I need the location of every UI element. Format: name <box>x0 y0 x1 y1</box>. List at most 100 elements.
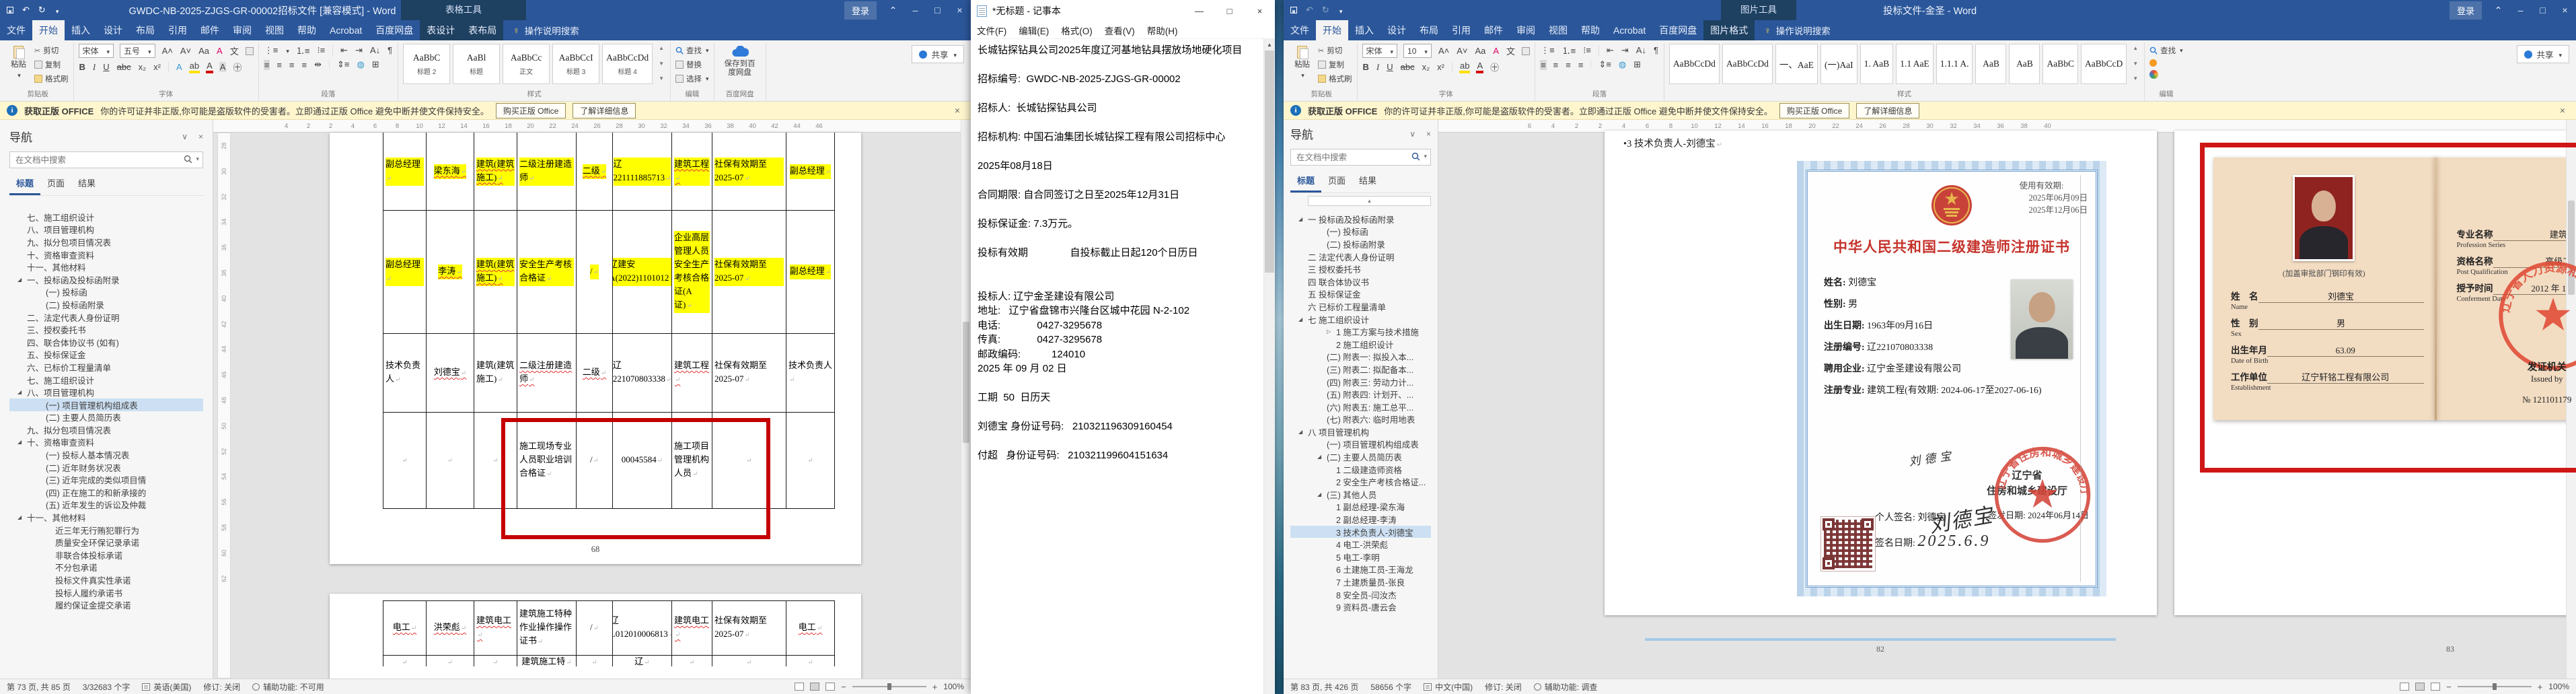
learn-more-button[interactable]: 了解详细信息 <box>573 102 636 118</box>
accessibility-indicator[interactable]: 辅助功能: 不可用 <box>252 681 324 693</box>
enclose-char-icon[interactable]: ㊉ <box>1489 61 1500 73</box>
zoom-out-icon[interactable]: − <box>2446 682 2452 692</box>
zoom-thumb[interactable] <box>887 683 891 690</box>
close-icon[interactable]: × <box>2554 0 2576 20</box>
superscript-icon[interactable]: x² <box>153 62 161 72</box>
bullets-icon[interactable]: ⋮≡ <box>1540 45 1555 56</box>
save-to-baidu-button[interactable]: 保存到百度网盘 <box>719 44 761 79</box>
context-ribbon-tab[interactable]: 表设计 <box>420 20 462 40</box>
table-cell[interactable]: 副总经理 <box>383 211 427 333</box>
table-cell[interactable] <box>786 413 835 508</box>
nav-heading-item[interactable]: 7 土建质量员-张良 <box>1290 576 1431 588</box>
format-painter-button[interactable]: 格式刷 <box>34 73 69 84</box>
undo-icon[interactable]: ↶ <box>22 5 30 15</box>
table-cell[interactable]: 技术负责人 <box>786 334 835 412</box>
notepad-menu-item[interactable]: 文件(F) <box>971 24 1013 37</box>
zoom-slider[interactable] <box>852 683 926 690</box>
share-button[interactable]: 共享 <box>912 45 964 63</box>
table-cell[interactable] <box>383 656 427 666</box>
notepad-menu-item[interactable]: 格式(O) <box>1055 24 1099 37</box>
nav-search-input[interactable] <box>9 151 203 168</box>
maximize-icon[interactable]: □ <box>2532 0 2554 20</box>
line-spacing-icon[interactable]: ⇕≡ <box>336 59 350 70</box>
scrollbar-thumb[interactable] <box>1265 50 1274 273</box>
nav-heading-item[interactable]: (四) 正在施工的和新承接的 <box>9 486 203 499</box>
nav-options-icon[interactable]: ∨ <box>182 132 188 141</box>
redo-icon[interactable]: ↻ <box>38 5 46 15</box>
shrink-font-icon[interactable]: A˅ <box>1456 46 1468 56</box>
table-cell[interactable]: 建筑施工特种作业操作操作证书 <box>517 601 577 655</box>
ribbon-tab[interactable]: 布局 <box>1413 20 1445 40</box>
nav-heading-item[interactable]: 5 电工-李明 <box>1290 551 1431 563</box>
char-border-icon[interactable] <box>1522 46 1531 55</box>
table-cell[interactable]: 二级注册建造师 <box>517 133 577 210</box>
grow-font-icon[interactable]: A˄ <box>1438 46 1450 56</box>
table-cell[interactable]: 辽 <box>613 656 672 666</box>
language-indicator[interactable]: 中文(中国) <box>1424 681 1473 693</box>
font-color-icon[interactable]: A <box>206 61 213 73</box>
subscript-icon[interactable]: x₂ <box>1422 62 1431 72</box>
minimize-icon[interactable]: – <box>904 0 926 20</box>
zoom-out-icon[interactable]: − <box>841 682 846 692</box>
nav-heading-item[interactable]: 9 资料员-唐云会 <box>1290 600 1431 613</box>
borders-icon[interactable]: ⊞ <box>1633 59 1642 70</box>
ribbon-tab[interactable]: Acrobat <box>1607 20 1652 40</box>
zoom-in-icon[interactable]: + <box>932 682 938 692</box>
accessibility-indicator[interactable]: 辅助功能: 调查 <box>1533 681 1597 693</box>
nav-heading-item[interactable]: (二) 近年财务状况表 <box>9 461 203 474</box>
tell-me-search[interactable]: ♀ 操作说明搜索 <box>503 20 589 40</box>
nav-heading-item[interactable]: 投标文件真实性承诺 <box>9 574 203 586</box>
grow-font-icon[interactable]: A˄ <box>161 46 174 56</box>
change-case-icon[interactable]: Aa <box>198 46 210 56</box>
ribbon-tab[interactable]: 引用 <box>1445 20 1477 40</box>
change-case-icon[interactable]: Aa <box>1474 46 1486 56</box>
increase-indent-icon[interactable]: ⇥ <box>1621 45 1629 56</box>
qat-caret-icon[interactable] <box>54 5 59 15</box>
notepad-menu-item[interactable]: 查看(V) <box>1099 24 1141 37</box>
expand-icon[interactable]: ▷ <box>1327 328 1336 335</box>
text-effects-icon[interactable]: A <box>176 62 183 72</box>
replace-button[interactable]: 替换 <box>675 59 709 70</box>
nav-heading-item[interactable]: 三、授权委托书 <box>9 323 203 336</box>
ribbon-tab[interactable]: 设计 <box>97 20 129 40</box>
nav-close-icon[interactable]: × <box>198 132 203 141</box>
table-cell[interactable] <box>672 656 712 666</box>
language-indicator[interactable]: 英语(美国) <box>142 681 191 693</box>
nav-heading-item[interactable]: (二) 投标函附录 <box>1290 238 1431 250</box>
strikethrough-icon[interactable]: abc <box>116 62 132 72</box>
ribbon-tab[interactable]: 开始 <box>32 20 65 40</box>
sort-icon[interactable]: A↓ <box>1635 45 1647 55</box>
maximize-icon[interactable]: □ <box>926 0 949 20</box>
table-cell[interactable]: 二级注册建造师 <box>517 334 577 412</box>
ribbon-tab[interactable]: 插入 <box>65 20 97 40</box>
ribbon-tab[interactable]: 插入 <box>1348 20 1381 40</box>
page-indicator[interactable]: 第 83 页, 共 426 页 <box>1290 681 1358 693</box>
document-page-69[interactable]: 电工洪荣彪建筑电工建筑施工特种作业操作操作证书/辽L012010006813建筑… <box>330 594 861 679</box>
document-scrollbar[interactable] <box>961 120 971 679</box>
word-count[interactable]: 58656 个字 <box>1370 681 1411 693</box>
expand-icon[interactable]: ◢ <box>17 514 27 520</box>
nav-tab[interactable]: 页面 <box>40 174 71 195</box>
nav-heading-item[interactable]: (一) 项目管理机构组成表 <box>9 398 203 411</box>
nav-heading-item[interactable]: 十、资格审查资料 <box>9 248 203 261</box>
multilevel-list-icon[interactable]: ⁝≡ <box>316 45 326 56</box>
style-item[interactable]: АаВ <box>2009 44 2040 84</box>
ribbon-tab[interactable]: 开始 <box>1316 20 1348 40</box>
nav-heading-item[interactable]: ◢ 七 施工组织设计 <box>1290 313 1431 326</box>
nav-heading-item[interactable]: 非联合体投标承诺 <box>9 549 203 561</box>
style-item[interactable]: AaBbCcD <box>2080 44 2127 84</box>
print-layout-icon[interactable] <box>2415 683 2425 691</box>
find-button[interactable]: 查找 <box>2149 45 2183 56</box>
nav-heading-item[interactable]: 五 投标保证金 <box>1290 288 1431 301</box>
nav-heading-item[interactable]: 十一、其他材料 <box>9 261 203 273</box>
bold-icon[interactable]: B <box>1362 62 1370 72</box>
copy-button[interactable]: 复制 <box>1318 59 1352 70</box>
nav-tab[interactable]: 页面 <box>1321 171 1352 193</box>
table-cell[interactable] <box>712 656 786 666</box>
style-item[interactable]: AaBbCc 正文 <box>503 44 550 84</box>
style-item[interactable]: AaBbCcI 标题 3 <box>552 44 600 84</box>
document-page-83[interactable]: (加盖审批部门钢印有效) 姓 名刘德宝 Name 性 别男 Sex 出生年月 63… <box>2174 131 2576 615</box>
table-cell[interactable]: 安全生产考核合格证 <box>517 211 577 333</box>
learn-more-button[interactable]: 了解详细信息 <box>1856 102 1920 118</box>
show-marks-icon[interactable]: ¶ <box>387 45 393 55</box>
